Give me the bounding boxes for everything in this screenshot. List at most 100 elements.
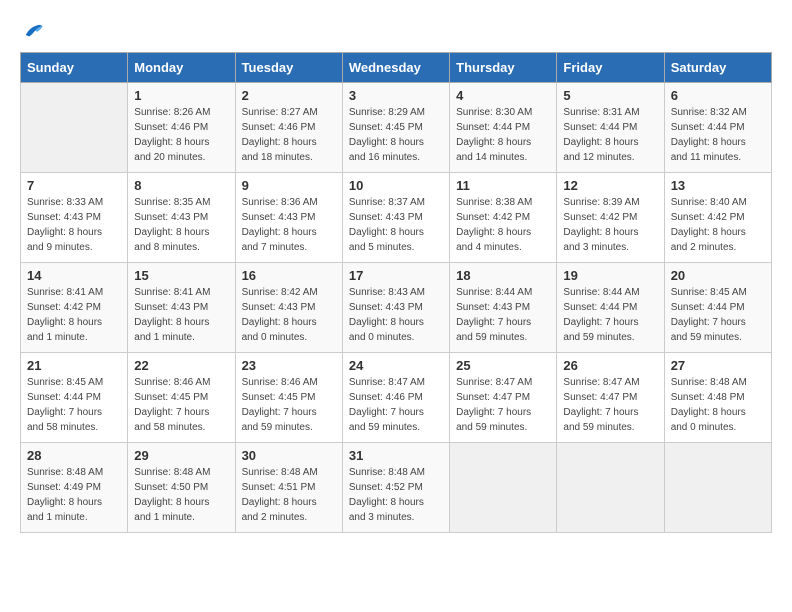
day-info: Sunrise: 8:47 AM Sunset: 4:46 PM Dayligh… bbox=[349, 375, 443, 435]
day-number: 25 bbox=[456, 358, 550, 373]
calendar-cell: 23 Sunrise: 8:46 AM Sunset: 4:45 PM Dayli… bbox=[235, 353, 342, 443]
calendar-cell: 31Sunrise: 8:48 AM Sunset: 4:52 PM Dayli… bbox=[342, 443, 449, 533]
day-number: 15 bbox=[134, 268, 228, 283]
calendar-cell: 15 Sunrise: 8:41 AM Sunset: 4:43 PM Dayli… bbox=[128, 263, 235, 353]
calendar-cell: 12 Sunrise: 8:39 AM Sunset: 4:42 PM Dayli… bbox=[557, 173, 664, 263]
day-info: Sunrise: 8:30 AM Sunset: 4:44 PM Dayligh… bbox=[456, 105, 550, 165]
day-info: Sunrise: 8:41 AM Sunset: 4:43 PM Dayligh… bbox=[134, 285, 228, 345]
calendar-week-row: 14 Sunrise: 8:41 AM Sunset: 4:42 PM Dayli… bbox=[21, 263, 772, 353]
calendar-cell: 7 Sunrise: 8:33 AM Sunset: 4:43 PM Daylig… bbox=[21, 173, 128, 263]
day-info: Sunrise: 8:27 AM Sunset: 4:46 PM Dayligh… bbox=[242, 105, 336, 165]
day-number: 19 bbox=[563, 268, 657, 283]
day-number: 12 bbox=[563, 178, 657, 193]
day-number: 22 bbox=[134, 358, 228, 373]
day-info: Sunrise: 8:26 AM Sunset: 4:46 PM Dayligh… bbox=[134, 105, 228, 165]
day-info: Sunrise: 8:48 AM Sunset: 4:51 PM Dayligh… bbox=[242, 465, 336, 525]
day-info: Sunrise: 8:35 AM Sunset: 4:43 PM Dayligh… bbox=[134, 195, 228, 255]
day-number: 1 bbox=[134, 88, 228, 103]
calendar-cell: 24 Sunrise: 8:47 AM Sunset: 4:46 PM Dayli… bbox=[342, 353, 449, 443]
weekday-header-thursday: Thursday bbox=[450, 53, 557, 83]
day-info: Sunrise: 8:48 AM Sunset: 4:49 PM Dayligh… bbox=[27, 465, 121, 525]
day-info: Sunrise: 8:40 AM Sunset: 4:42 PM Dayligh… bbox=[671, 195, 765, 255]
day-number: 30 bbox=[242, 448, 336, 463]
calendar-cell: 27 Sunrise: 8:48 AM Sunset: 4:48 PM Dayli… bbox=[664, 353, 771, 443]
calendar-cell: 2 Sunrise: 8:27 AM Sunset: 4:46 PM Daylig… bbox=[235, 83, 342, 173]
calendar-cell: 5 Sunrise: 8:31 AM Sunset: 4:44 PM Daylig… bbox=[557, 83, 664, 173]
day-info: Sunrise: 8:45 AM Sunset: 4:44 PM Dayligh… bbox=[27, 375, 121, 435]
day-info: Sunrise: 8:32 AM Sunset: 4:44 PM Dayligh… bbox=[671, 105, 765, 165]
day-number: 17 bbox=[349, 268, 443, 283]
day-number: 14 bbox=[27, 268, 121, 283]
day-number: 20 bbox=[671, 268, 765, 283]
day-info: Sunrise: 8:36 AM Sunset: 4:43 PM Dayligh… bbox=[242, 195, 336, 255]
calendar-cell: 9 Sunrise: 8:36 AM Sunset: 4:43 PM Daylig… bbox=[235, 173, 342, 263]
day-number: 24 bbox=[349, 358, 443, 373]
weekday-header-saturday: Saturday bbox=[664, 53, 771, 83]
calendar-table: SundayMondayTuesdayWednesdayThursdayFrid… bbox=[20, 52, 772, 533]
day-number: 6 bbox=[671, 88, 765, 103]
day-number: 23 bbox=[242, 358, 336, 373]
calendar-cell bbox=[664, 443, 771, 533]
day-info: Sunrise: 8:47 AM Sunset: 4:47 PM Dayligh… bbox=[456, 375, 550, 435]
day-info: Sunrise: 8:44 AM Sunset: 4:44 PM Dayligh… bbox=[563, 285, 657, 345]
calendar-cell: 1 Sunrise: 8:26 AM Sunset: 4:46 PM Daylig… bbox=[128, 83, 235, 173]
day-info: Sunrise: 8:37 AM Sunset: 4:43 PM Dayligh… bbox=[349, 195, 443, 255]
day-info: Sunrise: 8:46 AM Sunset: 4:45 PM Dayligh… bbox=[134, 375, 228, 435]
weekday-header-friday: Friday bbox=[557, 53, 664, 83]
calendar-cell: 20Sunrise: 8:45 AM Sunset: 4:44 PM Dayli… bbox=[664, 263, 771, 353]
day-number: 5 bbox=[563, 88, 657, 103]
calendar-cell: 29 Sunrise: 8:48 AM Sunset: 4:50 PM Dayli… bbox=[128, 443, 235, 533]
calendar-cell bbox=[557, 443, 664, 533]
day-info: Sunrise: 8:29 AM Sunset: 4:45 PM Dayligh… bbox=[349, 105, 443, 165]
day-number: 7 bbox=[27, 178, 121, 193]
weekday-header-tuesday: Tuesday bbox=[235, 53, 342, 83]
page-header bbox=[20, 20, 772, 42]
weekday-header-row: SundayMondayTuesdayWednesdayThursdayFrid… bbox=[21, 53, 772, 83]
day-number: 21 bbox=[27, 358, 121, 373]
calendar-week-row: 21 Sunrise: 8:45 AM Sunset: 4:44 PM Dayli… bbox=[21, 353, 772, 443]
calendar-cell: 19 Sunrise: 8:44 AM Sunset: 4:44 PM Dayli… bbox=[557, 263, 664, 353]
day-info: Sunrise: 8:48 AM Sunset: 4:52 PM Dayligh… bbox=[349, 465, 443, 525]
day-number: 18 bbox=[456, 268, 550, 283]
calendar-cell: 22 Sunrise: 8:46 AM Sunset: 4:45 PM Dayli… bbox=[128, 353, 235, 443]
day-info: Sunrise: 8:41 AM Sunset: 4:42 PM Dayligh… bbox=[27, 285, 121, 345]
day-info: Sunrise: 8:43 AM Sunset: 4:43 PM Dayligh… bbox=[349, 285, 443, 345]
calendar-week-row: 1 Sunrise: 8:26 AM Sunset: 4:46 PM Daylig… bbox=[21, 83, 772, 173]
day-number: 2 bbox=[242, 88, 336, 103]
day-info: Sunrise: 8:46 AM Sunset: 4:45 PM Dayligh… bbox=[242, 375, 336, 435]
weekday-header-sunday: Sunday bbox=[21, 53, 128, 83]
calendar-cell: 4Sunrise: 8:30 AM Sunset: 4:44 PM Daylig… bbox=[450, 83, 557, 173]
calendar-cell: 16 Sunrise: 8:42 AM Sunset: 4:43 PM Dayli… bbox=[235, 263, 342, 353]
calendar-cell bbox=[450, 443, 557, 533]
day-number: 28 bbox=[27, 448, 121, 463]
day-info: Sunrise: 8:39 AM Sunset: 4:42 PM Dayligh… bbox=[563, 195, 657, 255]
day-number: 26 bbox=[563, 358, 657, 373]
day-info: Sunrise: 8:31 AM Sunset: 4:44 PM Dayligh… bbox=[563, 105, 657, 165]
day-info: Sunrise: 8:48 AM Sunset: 4:48 PM Dayligh… bbox=[671, 375, 765, 435]
day-info: Sunrise: 8:42 AM Sunset: 4:43 PM Dayligh… bbox=[242, 285, 336, 345]
calendar-week-row: 7 Sunrise: 8:33 AM Sunset: 4:43 PM Daylig… bbox=[21, 173, 772, 263]
day-number: 16 bbox=[242, 268, 336, 283]
calendar-cell: 6 Sunrise: 8:32 AM Sunset: 4:44 PM Daylig… bbox=[664, 83, 771, 173]
calendar-cell: 8Sunrise: 8:35 AM Sunset: 4:43 PM Daylig… bbox=[128, 173, 235, 263]
day-info: Sunrise: 8:44 AM Sunset: 4:43 PM Dayligh… bbox=[456, 285, 550, 345]
day-info: Sunrise: 8:38 AM Sunset: 4:42 PM Dayligh… bbox=[456, 195, 550, 255]
day-number: 27 bbox=[671, 358, 765, 373]
calendar-week-row: 28 Sunrise: 8:48 AM Sunset: 4:49 PM Dayli… bbox=[21, 443, 772, 533]
day-info: Sunrise: 8:33 AM Sunset: 4:43 PM Dayligh… bbox=[27, 195, 121, 255]
day-number: 11 bbox=[456, 178, 550, 193]
day-number: 13 bbox=[671, 178, 765, 193]
day-number: 29 bbox=[134, 448, 228, 463]
day-number: 3 bbox=[349, 88, 443, 103]
calendar-cell: 3 Sunrise: 8:29 AM Sunset: 4:45 PM Daylig… bbox=[342, 83, 449, 173]
day-number: 9 bbox=[242, 178, 336, 193]
calendar-cell: 14 Sunrise: 8:41 AM Sunset: 4:42 PM Dayli… bbox=[21, 263, 128, 353]
calendar-cell: 30 Sunrise: 8:48 AM Sunset: 4:51 PM Dayli… bbox=[235, 443, 342, 533]
day-info: Sunrise: 8:48 AM Sunset: 4:50 PM Dayligh… bbox=[134, 465, 228, 525]
calendar-cell: 18 Sunrise: 8:44 AM Sunset: 4:43 PM Dayli… bbox=[450, 263, 557, 353]
calendar-cell: 28 Sunrise: 8:48 AM Sunset: 4:49 PM Dayli… bbox=[21, 443, 128, 533]
calendar-cell: 26Sunrise: 8:47 AM Sunset: 4:47 PM Dayli… bbox=[557, 353, 664, 443]
logo bbox=[20, 20, 44, 42]
weekday-header-wednesday: Wednesday bbox=[342, 53, 449, 83]
logo-bird-icon bbox=[22, 20, 44, 42]
